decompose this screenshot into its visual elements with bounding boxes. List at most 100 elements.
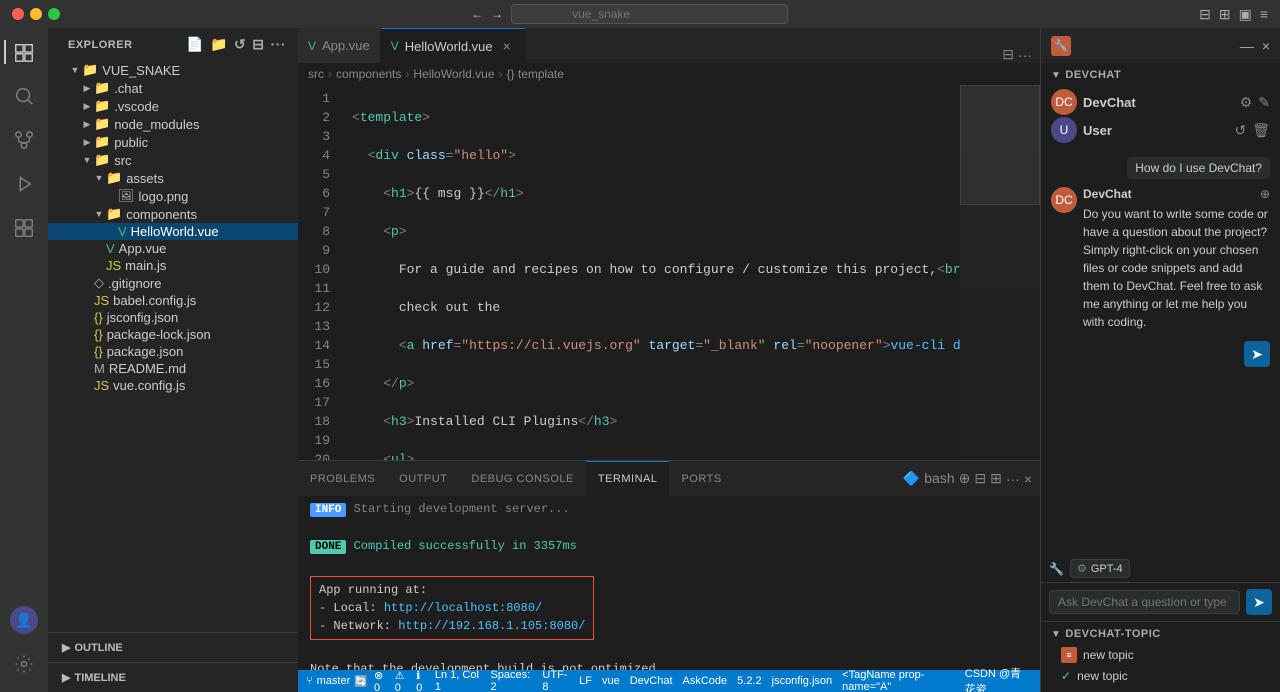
sidebar-item-node-modules[interactable]: ▶ 📁 node_modules [48,115,298,133]
maximize-button[interactable] [48,8,60,20]
chat-input[interactable] [1049,590,1240,614]
version-indicator[interactable]: 5.2.2 [737,675,761,687]
config-indicator[interactable]: jsconfig.json [772,675,833,687]
tab-app-vue[interactable]: V App.vue [298,28,381,63]
tools-icon[interactable]: 🔧 [1049,562,1064,576]
more-icon[interactable]: ··· [271,36,287,53]
breadcrumb-components[interactable]: components [336,67,401,81]
breadcrumb-sep: › [499,67,503,81]
sidebar-header: EXPLORER 📄 📁 ↺ ⊟ ··· [48,28,298,57]
sidebar-item-package[interactable]: {} package.json [48,343,298,360]
devchat-section-header[interactable]: ▼ DEVCHAT [1041,63,1280,85]
nav-fwd-icon[interactable]: → [491,7,503,21]
activity-run[interactable] [4,164,44,204]
more-terminal-icon[interactable]: ··· [1006,471,1020,487]
layout-icon-3[interactable]: ▣ [1239,6,1252,23]
settings-icon[interactable]: ⚙ [1240,94,1253,111]
collapse-icon[interactable]: ⊟ [252,36,264,53]
sidebar-item-components[interactable]: ▼ 📁 components [48,205,298,223]
encoding-indicator[interactable]: UTF-8 [542,669,569,692]
breadcrumb-src[interactable]: src [308,67,324,81]
minimize-button[interactable] [30,8,42,20]
panel-tab-problems[interactable]: PROBLEMS [298,461,387,496]
delete-icon[interactable]: 🗑 [1252,122,1270,139]
topic-item-1[interactable]: ≡ new topic [1041,644,1280,666]
tag-indicator[interactable]: <TagName prop-name="A" [842,669,955,692]
panel-tab-output[interactable]: OUTPUT [387,461,459,496]
devchat-indicator[interactable]: DevChat [630,675,673,687]
replay-icon[interactable]: ↺ [1234,122,1246,139]
refresh-icon[interactable]: ↺ [234,36,246,53]
layout-icon-4[interactable]: ≡ [1260,6,1268,23]
sidebar-item-public[interactable]: ▶ 📁 public [48,133,298,151]
activity-search[interactable] [4,76,44,116]
line-ending-indicator[interactable]: LF [579,675,592,687]
outline-header[interactable]: ▶ OUTLINE [48,637,298,658]
minimize-devchat-icon[interactable]: — [1240,38,1254,54]
sidebar-item-main-js[interactable]: JS main.js [48,257,298,274]
close-devchat-icon[interactable]: × [1262,38,1270,54]
send-row: ➤ [1051,341,1270,367]
copy-icon[interactable]: ⊕ [1260,187,1270,201]
topic-item-2[interactable]: ✓ new topic [1041,666,1280,686]
search-input[interactable] [511,4,788,24]
activity-explorer[interactable] [4,32,44,72]
split-editor-icon[interactable]: ⊟ [1002,46,1014,63]
close-panel-icon[interactable]: × [1024,471,1032,487]
panel-tab-terminal[interactable]: TERMINAL [586,461,670,496]
sidebar-item-readme[interactable]: M README.md [48,360,298,377]
sidebar-item-gitignore[interactable]: ◇ .gitignore [48,274,298,292]
sidebar-item-jsconfig[interactable]: {} jsconfig.json [48,309,298,326]
warnings-count[interactable]: ⚠ 0 [395,669,410,692]
new-file-icon[interactable]: 📄 [186,36,204,53]
chat-send-button[interactable]: ➤ [1246,589,1272,615]
sidebar-item-logo[interactable]: 🖼 logo.png [48,187,298,205]
arrow-icon: ▶ [80,101,94,112]
nav-back-icon[interactable]: ← [471,7,483,21]
errors-count[interactable]: ⊗ 0 [374,669,389,692]
language-indicator[interactable]: vue [602,675,620,687]
sidebar-item-vue-config[interactable]: JS vue.config.js [48,377,298,394]
panel-tab-ports[interactable]: PORTS [669,461,733,496]
close-button[interactable] [12,8,24,20]
sidebar-item-package-lock[interactable]: {} package-lock.json [48,326,298,343]
sidebar-item-app-vue[interactable]: V App.vue [48,240,298,257]
tab-close-icon[interactable]: × [499,38,515,54]
panel-tab-debug[interactable]: DEBUG CONSOLE [459,461,585,496]
spaces-indicator[interactable]: Spaces: 2 [490,669,532,692]
layout-icon-2[interactable]: ⊞ [1219,6,1231,23]
tab-helloworld-vue[interactable]: V HelloWorld.vue × [381,28,526,63]
minimap[interactable] [960,85,1040,460]
code-editor[interactable]: <template> <div class="hello"> <h1>{{ ms… [338,85,960,460]
sidebar-item-assets[interactable]: ▼ 📁 assets [48,169,298,187]
activity-account[interactable]: 👤 [4,600,44,640]
layout-icon-1[interactable]: ⊟ [1199,6,1211,23]
model-selector[interactable]: ⚙ GPT-4 [1070,559,1130,578]
terminal-content[interactable]: INFO Starting development server... DONE… [298,496,1040,670]
editor-panel-area: V App.vue V HelloWorld.vue × ⊟ ··· src ›… [298,28,1040,692]
git-branch[interactable]: ⑂ master 🔄 [306,675,368,688]
sidebar-item-vscode[interactable]: ▶ 📁 .vscode [48,97,298,115]
sidebar-item-src[interactable]: ▼ 📁 src [48,151,298,169]
sidebar-item-helloworld[interactable]: V HelloWorld.vue [48,223,298,240]
more-actions-icon[interactable]: ··· [1018,47,1032,63]
breadcrumb-file[interactable]: HelloWorld.vue [413,67,494,81]
askcode-indicator[interactable]: AskCode [683,675,728,687]
timeline-header[interactable]: ▶ TIMELINE [48,667,298,688]
activity-settings[interactable] [4,644,44,684]
sidebar-item-babel[interactable]: JS babel.config.js [48,292,298,309]
new-folder-icon[interactable]: 📁 [210,36,228,53]
sidebar-item-chat[interactable]: ▶ 📁 .chat [48,79,298,97]
edit-icon[interactable]: ✎ [1258,94,1270,111]
devchat-topic-header[interactable]: ▼ DEVCHAT-TOPIC [1041,622,1280,644]
split-terminal-icon[interactable]: ⊟ [974,470,986,487]
info-count[interactable]: ℹ 0 [416,669,427,692]
activity-source-control[interactable] [4,120,44,160]
breadcrumb-symbol[interactable]: {} template [507,67,564,81]
sidebar-project-root[interactable]: ▼ 📁 VUE_SNAKE [48,61,298,79]
add-terminal-icon[interactable]: ⊕ [959,470,971,487]
cursor-position[interactable]: Ln 1, Col 1 [435,669,481,692]
send-button[interactable]: ➤ [1244,341,1270,367]
activity-extensions[interactable] [4,208,44,248]
terminal-list-icon[interactable]: ⊞ [990,470,1002,487]
